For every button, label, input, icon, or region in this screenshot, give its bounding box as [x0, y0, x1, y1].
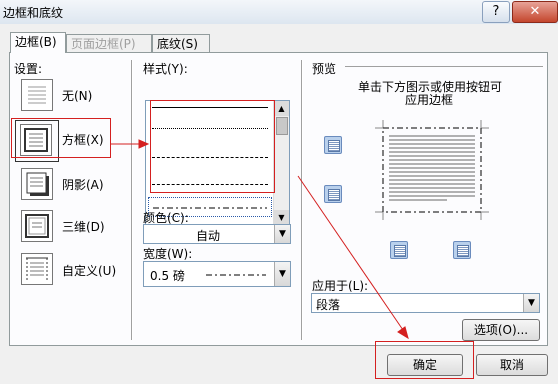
dialog-body: 边框(B) 页面边框(P) 底纹(S) 设置: 无(N) 方框(X) 阴影(A)…: [0, 24, 558, 384]
title-bar: 边框和底纹 ? ✕: [0, 0, 558, 25]
close-button[interactable]: ✕: [512, 1, 558, 23]
help-button[interactable]: ?: [482, 1, 510, 23]
tab-borders[interactable]: 边框(B): [10, 32, 66, 53]
annotation-arrows: [110, 139, 409, 340]
window-title: 边框和底纹: [3, 6, 64, 20]
